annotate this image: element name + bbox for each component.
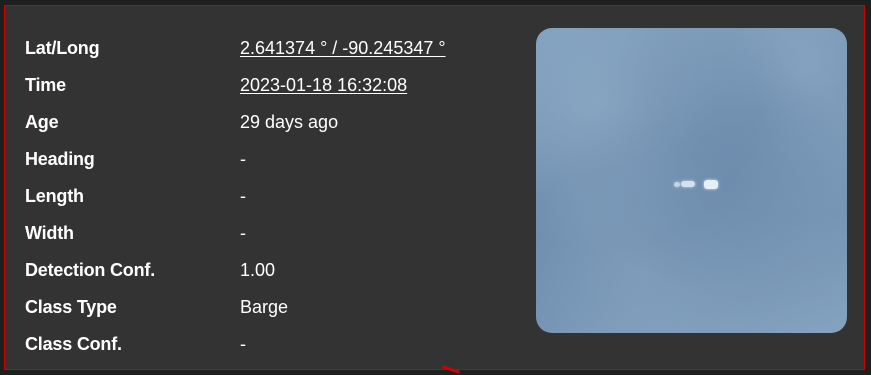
detail-list: Lat/Long 2.641374 ° / -90.245347 ° Time … [25, 36, 525, 369]
detected-vessel-mark [674, 180, 720, 190]
detail-value-heading: - [240, 149, 246, 169]
detail-value-width: - [240, 223, 246, 243]
detail-value-detection-conf: 1.00 [240, 260, 276, 280]
detail-row-class-type: Class Type Barge [25, 295, 525, 332]
detail-row-class-conf: Class Conf. - [25, 332, 525, 369]
detail-label-width: Width [25, 223, 74, 243]
detail-label-time: Time [25, 75, 66, 95]
detail-value-age: 29 days ago [240, 112, 339, 132]
detail-row-length: Length - [25, 184, 525, 221]
detail-label-class-conf: Class Conf. [25, 334, 122, 354]
detail-row-width: Width - [25, 221, 525, 258]
detail-label-length: Length [25, 186, 84, 206]
detail-label-lat-long: Lat/Long [25, 38, 100, 58]
detail-value-class-type: Barge [240, 297, 289, 317]
detail-row-detection-conf: Detection Conf. 1.00 [25, 258, 525, 295]
time-link[interactable]: 2023-01-18 16:32:08 [240, 73, 407, 97]
detection-details-panel: Lat/Long 2.641374 ° / -90.245347 ° Time … [4, 5, 865, 370]
detail-label-age: Age [25, 112, 59, 132]
detail-value-length: - [240, 186, 246, 206]
detail-value-class-conf: - [240, 334, 246, 354]
detail-label-detection-conf: Detection Conf. [25, 260, 155, 280]
lat-long-link[interactable]: 2.641374 ° / -90.245347 ° [240, 36, 446, 60]
detail-label-heading: Heading [25, 149, 95, 169]
detail-row-age: Age 29 days ago [25, 110, 525, 147]
detail-row-heading: Heading - [25, 147, 525, 184]
satellite-image-thumbnail[interactable] [536, 28, 847, 333]
detail-row-time: Time 2023-01-18 16:32:08 [25, 73, 525, 110]
detail-label-class-type: Class Type [25, 297, 117, 317]
detail-row-lat-long: Lat/Long 2.641374 ° / -90.245347 ° [25, 36, 525, 73]
